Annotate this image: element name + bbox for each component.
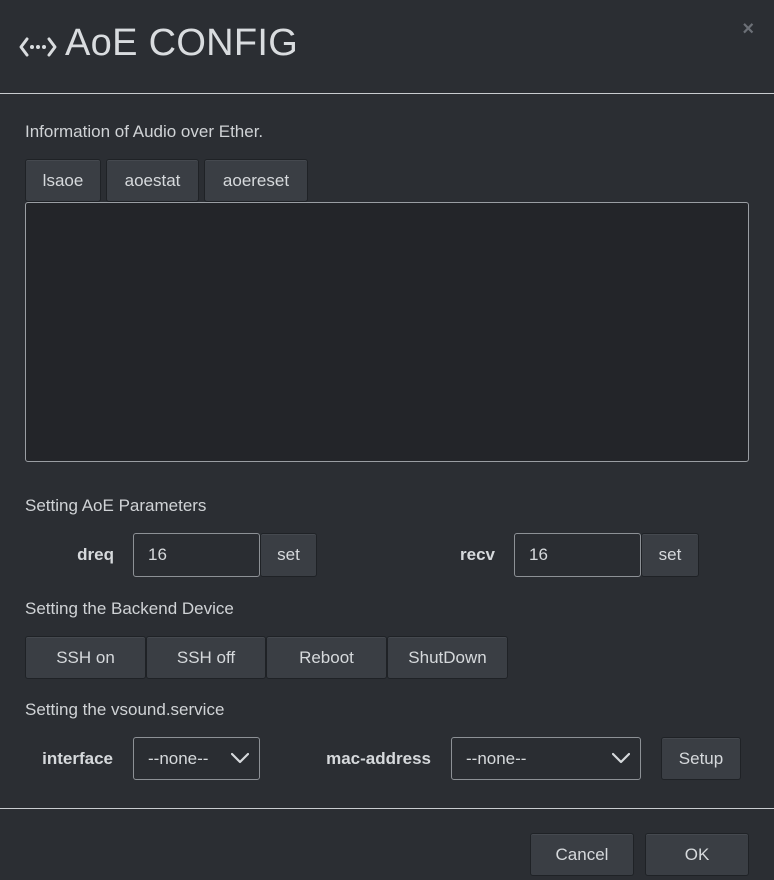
backend-heading: Setting the Backend Device bbox=[25, 599, 234, 618]
cancel-button[interactable]: Cancel bbox=[530, 833, 634, 876]
interface-label: interface bbox=[42, 749, 113, 768]
reboot-button[interactable]: Reboot bbox=[266, 636, 387, 679]
ethernet-arrows-icon bbox=[19, 37, 57, 57]
dreq-input[interactable]: 16 bbox=[133, 533, 260, 577]
mac-address-select[interactable]: --none-- bbox=[451, 737, 641, 780]
aoereset-button[interactable]: aoereset bbox=[204, 159, 308, 202]
mac-address-selected-value: --none-- bbox=[466, 749, 527, 768]
recv-input[interactable]: 16 bbox=[514, 533, 641, 577]
recv-set-button[interactable]: set bbox=[641, 533, 699, 577]
setup-button[interactable]: Setup bbox=[661, 737, 741, 780]
recv-label: recv bbox=[460, 545, 495, 564]
chevron-down-icon bbox=[231, 752, 249, 764]
dialog-title: AoE CONFIG bbox=[65, 22, 299, 64]
vsound-heading: Setting the vsound.service bbox=[25, 700, 225, 719]
info-output-textarea[interactable] bbox=[25, 202, 749, 462]
ssh-on-button[interactable]: SSH on bbox=[25, 636, 146, 679]
ok-button[interactable]: OK bbox=[645, 833, 749, 876]
dreq-label: dreq bbox=[77, 545, 114, 564]
dialog-header: AoE CONFIG × bbox=[0, 0, 774, 94]
aoestat-button[interactable]: aoestat bbox=[106, 159, 199, 202]
params-heading: Setting AoE Parameters bbox=[25, 496, 207, 515]
interface-selected-value: --none-- bbox=[148, 749, 209, 768]
interface-select[interactable]: --none-- bbox=[133, 737, 260, 780]
ssh-off-button[interactable]: SSH off bbox=[146, 636, 266, 679]
chevron-down-icon bbox=[612, 752, 630, 764]
info-heading: Information of Audio over Ether. bbox=[25, 122, 264, 141]
mac-address-label: mac-address bbox=[326, 749, 431, 768]
close-button[interactable]: × bbox=[742, 18, 754, 41]
footer-divider bbox=[0, 808, 774, 809]
shutdown-button[interactable]: ShutDown bbox=[387, 636, 508, 679]
lsaoe-button[interactable]: lsaoe bbox=[25, 159, 101, 202]
aoe-config-dialog: AoE CONFIG × Information of Audio over E… bbox=[0, 0, 774, 880]
dreq-set-button[interactable]: set bbox=[260, 533, 317, 577]
